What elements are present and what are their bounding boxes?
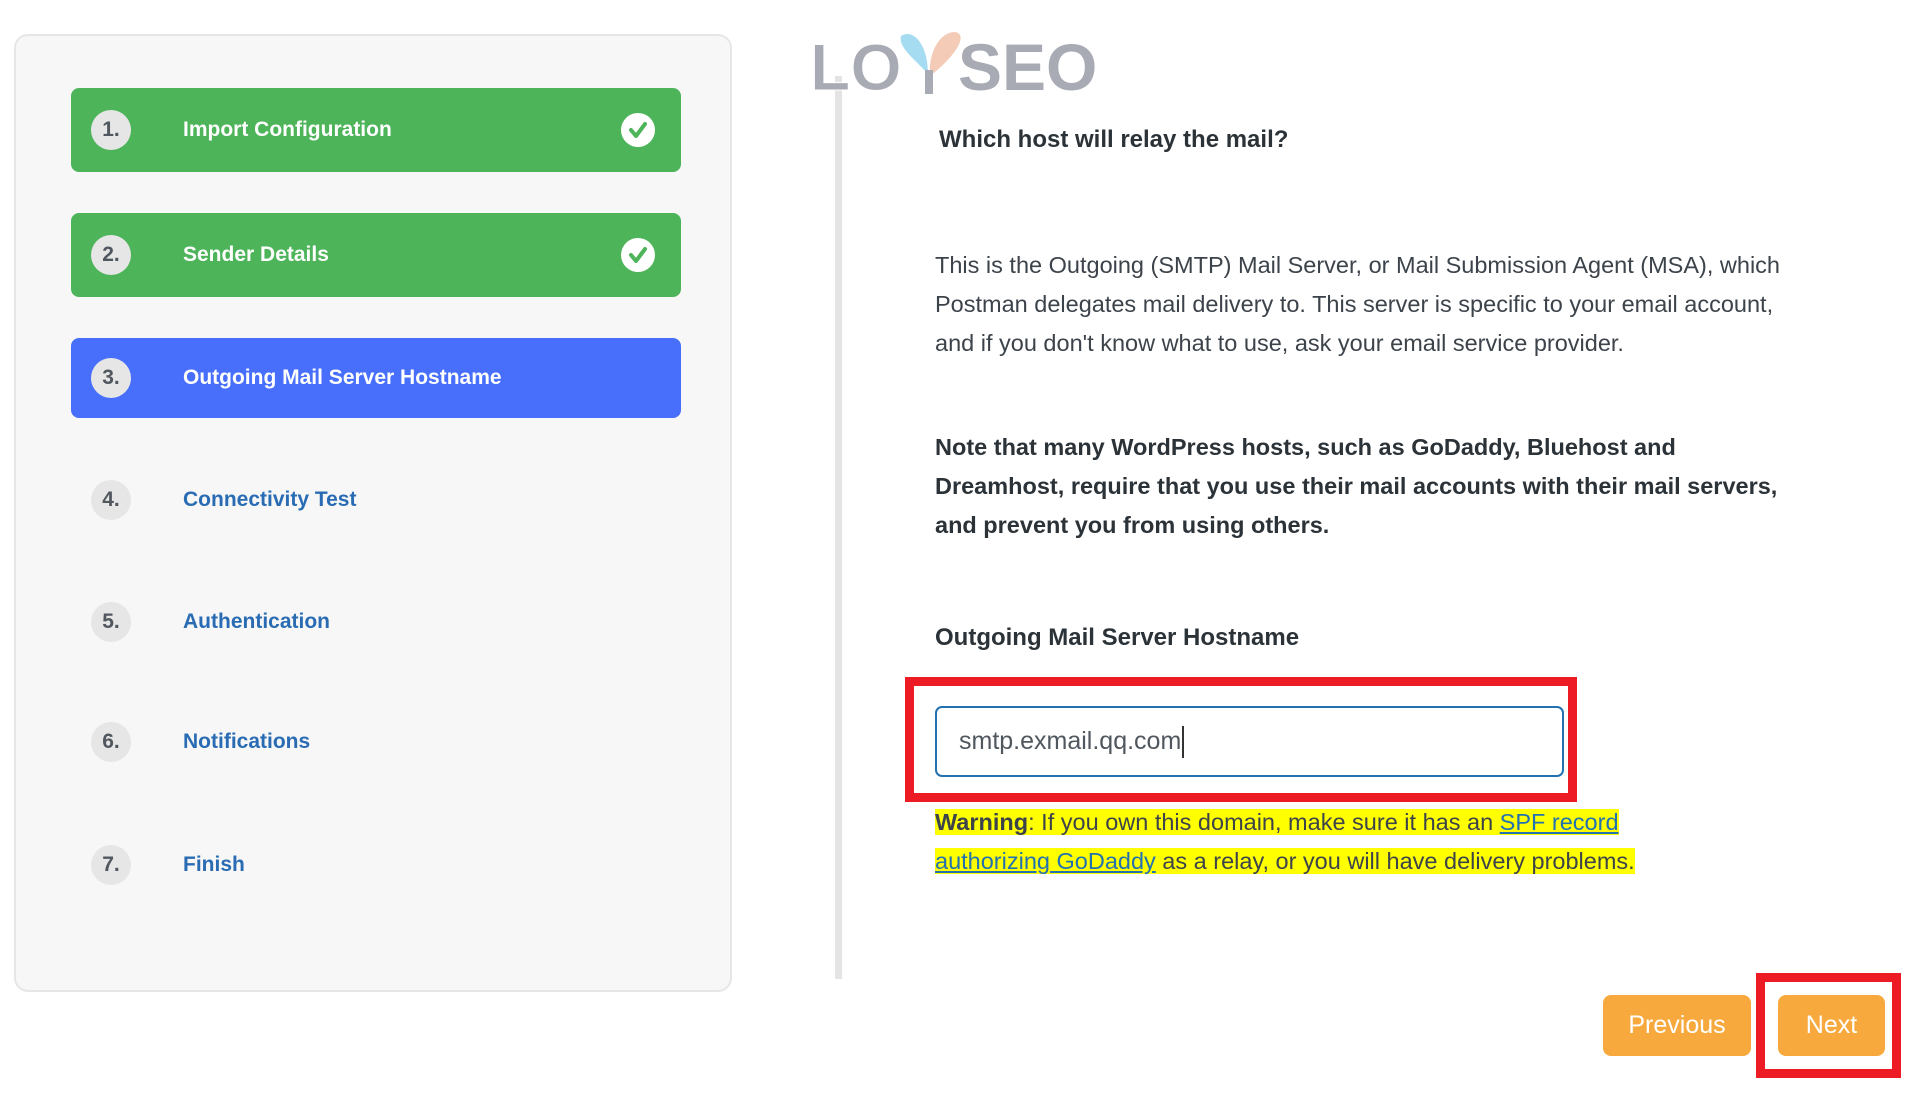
step-label: Finish — [183, 853, 245, 876]
hostname-input-value: smtp.exmail.qq.com — [959, 727, 1182, 755]
loyseo-logo-watermark: LO SEO — [808, 26, 1108, 105]
warning-text-before: : If you own this domain, make sure it h… — [1028, 809, 1500, 835]
step-notifications[interactable]: 6. Notifications — [71, 700, 681, 784]
step-label: Notifications — [183, 730, 311, 753]
step-number: 1. — [91, 110, 131, 150]
warning-text-after: as a relay, or you will have delivery pr… — [1155, 848, 1635, 874]
hostname-field-label: Outgoing Mail Server Hostname — [935, 624, 1300, 651]
previous-button[interactable]: Previous — [1603, 995, 1751, 1056]
svg-text:LO: LO — [810, 30, 902, 96]
step-label: Import Configuration — [183, 118, 392, 141]
note-text: Note that many WordPress hosts, such as … — [935, 434, 1778, 538]
step-authentication[interactable]: 5. Authentication — [71, 580, 681, 664]
step-number: 7. — [91, 845, 131, 885]
step-number: 3. — [91, 358, 131, 398]
step-label: Sender Details — [183, 243, 329, 266]
step-label: Connectivity Test — [183, 488, 357, 511]
step-number: 6. — [91, 722, 131, 762]
wizard-steps-panel: 1. Import Configuration 2. Sender Detail… — [14, 34, 732, 992]
warning-label: Warning — [935, 809, 1029, 835]
authorizing-godaddy-link[interactable]: authorizing GoDaddy — [935, 848, 1156, 874]
step-number: 4. — [91, 480, 131, 520]
warning-message: Warning: If you own this domain, make su… — [935, 803, 1855, 881]
question-heading: Which host will relay the mail? — [939, 126, 1289, 153]
svg-text:SEO: SEO — [958, 30, 1097, 96]
step-import-configuration[interactable]: 1. Import Configuration — [71, 88, 681, 172]
text-caret — [1182, 725, 1185, 758]
step-label: Outgoing Mail Server Hostname — [183, 366, 502, 389]
check-circle-icon — [621, 238, 655, 272]
step-number: 5. — [91, 602, 131, 642]
content-divider — [835, 76, 842, 979]
step-label: Authentication — [183, 610, 330, 633]
step-outgoing-mail-server-hostname[interactable]: 3. Outgoing Mail Server Hostname — [71, 338, 681, 418]
step-sender-details[interactable]: 2. Sender Details — [71, 213, 681, 297]
description-text: This is the Outgoing (SMTP) Mail Server,… — [935, 252, 1780, 356]
step-connectivity-test[interactable]: 4. Connectivity Test — [71, 458, 681, 542]
check-circle-icon — [621, 113, 655, 147]
spf-record-link[interactable]: SPF record — [1500, 809, 1619, 835]
step-number: 2. — [91, 235, 131, 275]
next-button[interactable]: Next — [1778, 995, 1885, 1056]
hostname-input[interactable]: smtp.exmail.qq.com — [935, 706, 1564, 777]
step-finish[interactable]: 7. Finish — [71, 823, 681, 907]
